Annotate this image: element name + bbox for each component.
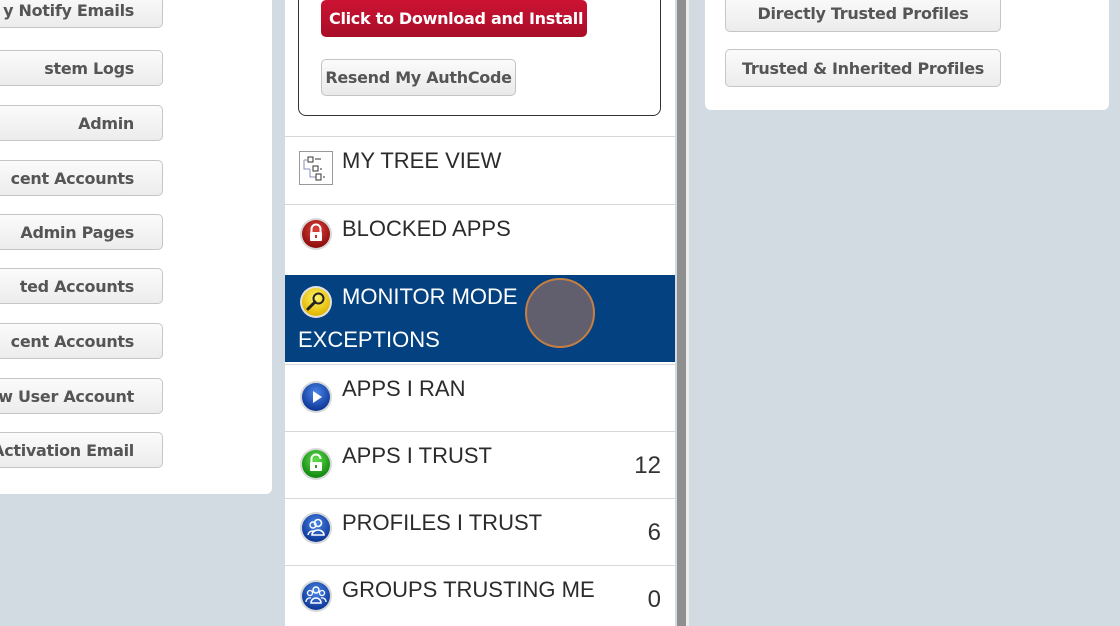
nav-item-label: PROFILES I TRUST: [342, 510, 543, 535]
button-label: cent Accounts: [10, 168, 135, 188]
system-logs-button[interactable]: stem Logs: [0, 50, 163, 86]
admin-panel: y Notify Emails stem Logs Admin cent Acc…: [0, 0, 272, 494]
nav-item-profiles-i-trust[interactable]: PROFILES I TRUST 6: [285, 498, 675, 565]
directly-trusted-profiles-button[interactable]: Directly Trusted Profiles: [725, 0, 1001, 32]
recent-accounts-button[interactable]: cent Accounts: [0, 160, 163, 196]
nav-item-label: APPS I TRUST: [342, 443, 492, 468]
button-label: ted Accounts: [19, 276, 135, 296]
navigation-column: Click to Download and Install Resend My …: [285, 0, 675, 626]
activation-email-button[interactable]: Activation Email: [0, 432, 163, 468]
red-lock-icon: [300, 218, 332, 250]
button-label: cent Accounts: [10, 331, 135, 351]
button-label: Activation Email: [0, 440, 134, 460]
nav-item-my-tree-view[interactable]: MY TREE VIEW: [285, 136, 675, 204]
nav-item-monitor-mode-exceptions[interactable]: MONITOR MODE EXCEPTIONS: [285, 275, 675, 362]
trusted-inherited-profiles-button[interactable]: Trusted & Inherited Profiles: [725, 49, 1001, 87]
group-users-icon: [300, 580, 332, 612]
nav-item-apps-i-trust[interactable]: APPS I TRUST 12: [285, 431, 675, 498]
download-install-button[interactable]: Click to Download and Install: [321, 0, 587, 37]
magnifier-icon: [300, 286, 332, 318]
divider: [686, 0, 689, 626]
green-unlock-icon: [300, 448, 332, 480]
admin-button[interactable]: Admin: [0, 105, 163, 141]
profiles-trusted-count: 6: [647, 519, 661, 546]
button-label: y Notify Emails: [3, 0, 134, 20]
nav-item-blocked-apps[interactable]: BLOCKED APPS: [285, 204, 675, 271]
apps-trusted-count: 12: [634, 452, 661, 479]
profile-users-icon: [300, 512, 332, 544]
groups-trusting-count: 0: [647, 586, 661, 613]
nav-item-label-line2: EXCEPTIONS: [298, 327, 440, 352]
nav-item-label: APPS I RAN: [342, 376, 466, 401]
nav-item-label: BLOCKED APPS: [342, 216, 511, 241]
notify-emails-button[interactable]: y Notify Emails: [0, 0, 163, 28]
tree-view-icon: [299, 151, 333, 185]
admin-pages-button[interactable]: Admin Pages: [0, 214, 163, 250]
button-label: ew User Account: [0, 386, 134, 406]
nav-item-label: MONITOR MODE: [342, 284, 518, 309]
button-label: Admin: [78, 113, 134, 133]
new-user-account-button[interactable]: ew User Account: [0, 378, 163, 414]
nav-item-apps-i-ran[interactable]: APPS I RAN: [285, 364, 675, 431]
vertical-scrollbar[interactable]: [677, 0, 686, 626]
resend-authcode-button[interactable]: Resend My AuthCode: [321, 59, 516, 96]
nav-item-label: GROUPS TRUSTING ME: [342, 577, 595, 602]
install-box: Click to Download and Install Resend My …: [298, 0, 661, 116]
profiles-panel: Directly Trusted Profiles Trusted & Inhe…: [705, 0, 1109, 110]
nav-item-groups-trusting-me[interactable]: GROUPS TRUSTING ME 0: [285, 565, 675, 626]
recent-accounts-button-2[interactable]: cent Accounts: [0, 323, 163, 359]
button-label: stem Logs: [44, 58, 134, 78]
button-label: Admin Pages: [20, 222, 134, 242]
nav-item-label: MY TREE VIEW: [342, 148, 502, 173]
trusted-accounts-button[interactable]: ted Accounts: [0, 268, 163, 304]
play-icon: [300, 381, 332, 413]
